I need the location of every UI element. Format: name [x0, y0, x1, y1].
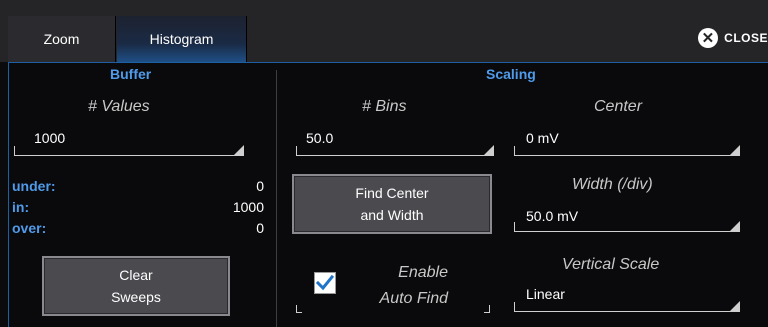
- vertical-scale-field[interactable]: [514, 301, 740, 312]
- checkmark-icon: [316, 274, 334, 291]
- tab-zoom[interactable]: Zoom: [8, 16, 116, 62]
- enable-auto-find-label: Enable Auto Find: [356, 260, 448, 312]
- width-field[interactable]: [514, 221, 740, 232]
- enable-bracket-left: [296, 305, 302, 313]
- enable-label-line1: Enable: [398, 264, 448, 281]
- width-label: Width (/div): [572, 176, 653, 193]
- close-label: CLOSE: [724, 31, 768, 45]
- center-field[interactable]: [514, 145, 740, 156]
- center-value: 0 mV: [526, 130, 559, 146]
- dropdown-corner-icon: [730, 145, 740, 155]
- buffer-section-title: Buffer: [110, 66, 152, 82]
- stat-over-label: over:: [12, 220, 47, 236]
- dropdown-corner-icon: [730, 301, 740, 311]
- dropdown-corner-icon: [234, 145, 244, 155]
- stat-in-value: 1000: [232, 199, 264, 215]
- clear-sweeps-line2: Sweeps: [111, 289, 161, 305]
- bins-label: # Bins: [362, 98, 407, 115]
- find-center-width-button[interactable]: Find Center and Width: [292, 174, 492, 234]
- tab-bar: Zoom Histogram ✕ CLOSE: [0, 0, 768, 62]
- stat-over-value: 0: [256, 220, 264, 236]
- section-divider: [276, 70, 277, 327]
- find-center-line2: and Width: [360, 207, 424, 223]
- enable-label-line2: Auto Find: [379, 290, 448, 307]
- dropdown-corner-icon: [484, 145, 494, 155]
- vertical-scale-label: Vertical Scale: [562, 256, 660, 273]
- stat-under-value: 0: [256, 178, 264, 194]
- bins-field[interactable]: [296, 145, 494, 156]
- values-value: 1000: [34, 130, 66, 146]
- scaling-section-title: Scaling: [486, 66, 536, 82]
- stat-in-label: in:: [12, 199, 30, 215]
- clear-sweeps-button[interactable]: Clear Sweeps: [42, 256, 230, 316]
- clear-sweeps-line1: Clear: [119, 267, 153, 283]
- values-label: # Values: [88, 98, 150, 115]
- enable-bracket-right: [484, 305, 490, 313]
- bins-value: 50.0: [306, 130, 334, 146]
- stat-under-label: under:: [12, 178, 56, 194]
- close-circle-icon: ✕: [698, 28, 719, 48]
- find-center-line1: Find Center: [355, 185, 429, 201]
- close-button[interactable]: ✕ CLOSE: [698, 27, 768, 49]
- vertical-scale-value: Linear: [526, 286, 565, 302]
- values-field[interactable]: [14, 145, 244, 156]
- center-label: Center: [594, 98, 643, 115]
- enable-auto-find-checkbox[interactable]: [314, 272, 336, 294]
- tab-histogram[interactable]: Histogram: [117, 16, 247, 62]
- dropdown-corner-icon: [730, 221, 740, 231]
